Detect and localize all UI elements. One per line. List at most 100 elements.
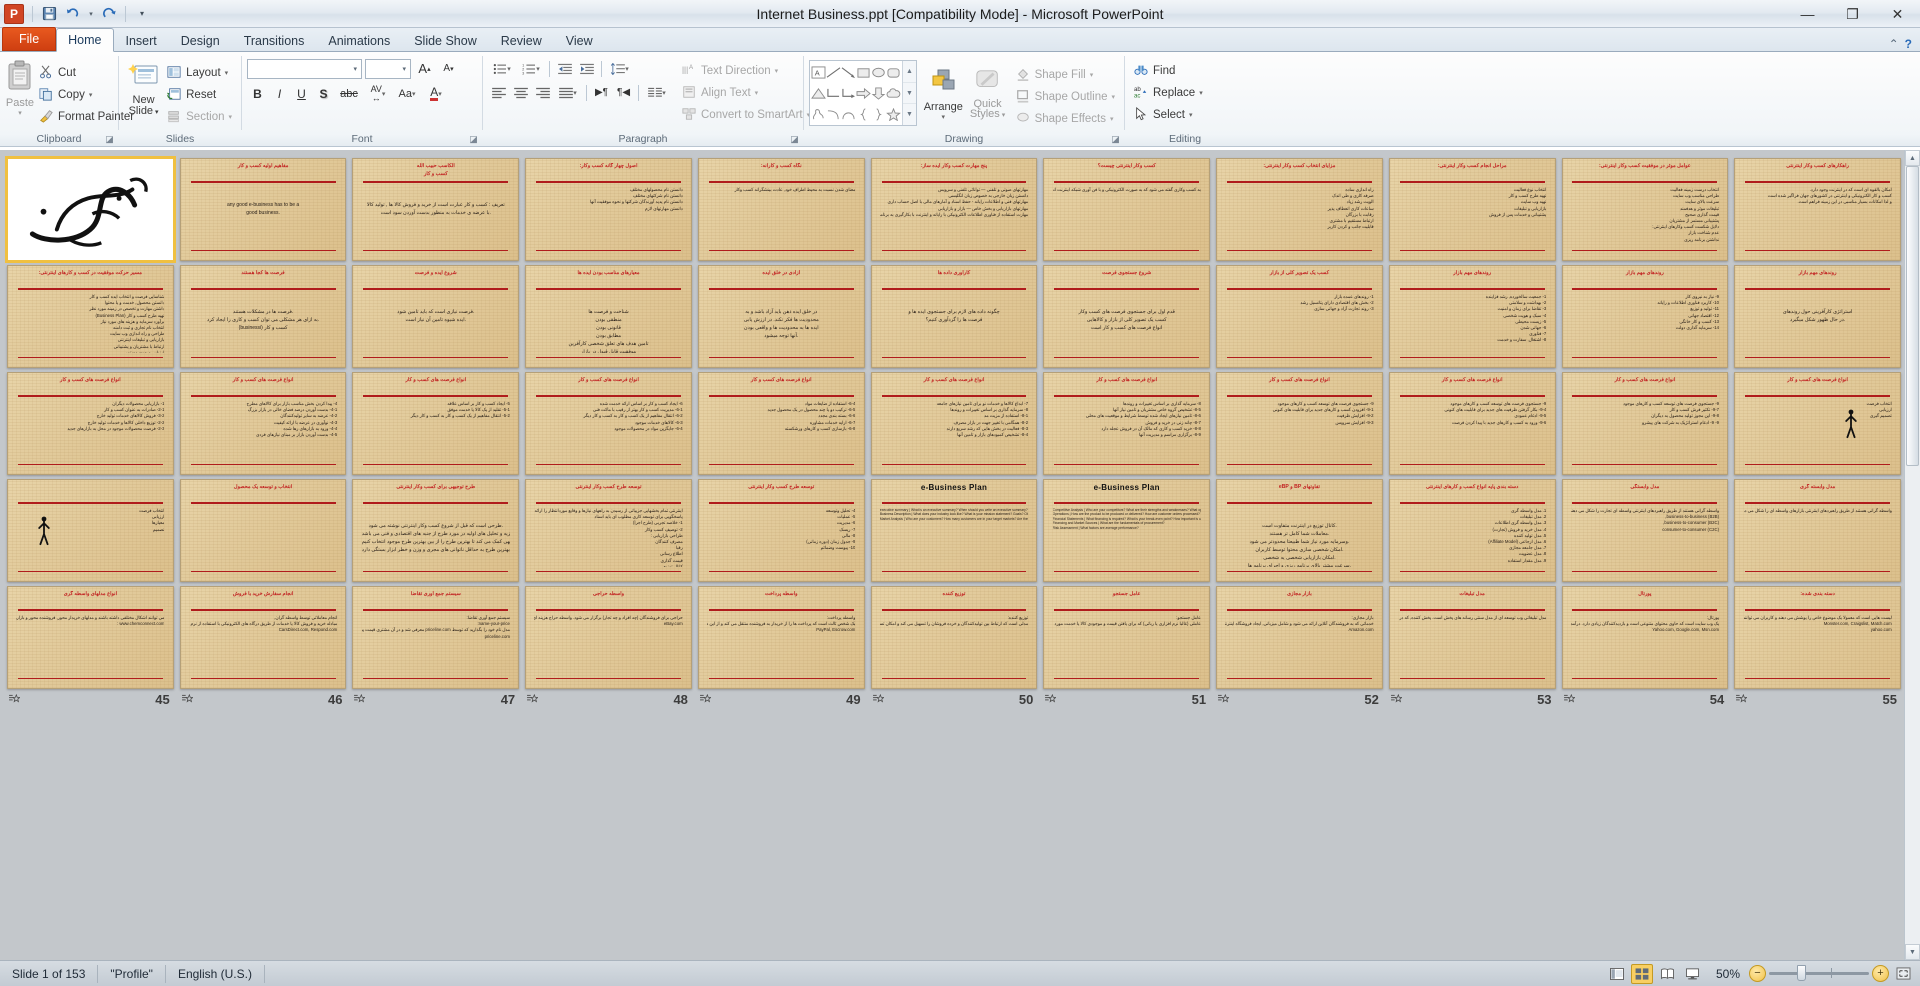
slide-thumbnail[interactable]: انواع فرصت های کسب و کار 9- جستجوی فرصت ه… [1388, 372, 1556, 475]
slide-thumbnail-cell[interactable]: طرح توجیهی برای کسب وکار اینترنتی طرحی اس… [349, 475, 522, 600]
shape-cloud-icon[interactable] [886, 83, 901, 104]
slide-thumbnail-cell[interactable]: آزادی در خلق ایده در خلق ایده ذهن باید آز… [695, 261, 868, 386]
slide-thumbnail-cell[interactable]: معیارهای مناسب بودن ایده ها شناخت و فرصت … [522, 261, 695, 386]
tab-review[interactable]: Review [489, 29, 554, 51]
slide-thumbnail[interactable]: روندهای مهم بازار 9- نیاز به نیروی کار 10-… [1561, 265, 1729, 368]
character-spacing-button[interactable]: AV ↔ ▾ [364, 83, 392, 104]
shape-elbow-connector-icon[interactable] [826, 83, 841, 104]
bold-button[interactable]: B [247, 83, 268, 104]
align-center-button[interactable] [510, 82, 531, 103]
scrollbar-thumb[interactable] [1906, 166, 1919, 466]
slide-thumbnail[interactable]: روندهای مهم بازار استراتژی کارآفرینی حول … [1734, 265, 1901, 368]
slide-thumbnail-cell[interactable]: دسته بندی پایه انواع کسب و کارهای اینترن… [1386, 475, 1559, 600]
slide-thumbnail[interactable]: کسب وکار اینترنتی چیست؟ به کسب وکاری گفته… [1043, 158, 1211, 261]
slide-thumbnail-cell[interactable]: دسته بندی شده: لیست هایی است که معمولا یک… [1731, 582, 1904, 707]
shapes-gallery[interactable]: A ▲ ▼ ▼ [809, 60, 917, 126]
reset-button[interactable]: Reset [163, 84, 236, 105]
transition-star-icon[interactable] [1390, 693, 1403, 706]
slide-thumbnail-cell[interactable]: کارآوری داده ها چگونه داده های لازم برای … [868, 261, 1041, 386]
customize-qat-icon[interactable]: ▾ [131, 3, 153, 25]
slide-thumbnail[interactable]: واسطه پرداخت واسطه پرداخت: یک شخص ثالث است… [697, 586, 865, 689]
slide-thumbnail[interactable]: انواع فرصت های کسب و کار 8- سرمایه گذاری … [1043, 372, 1211, 475]
slide-thumbnail[interactable]: دسته بندی پایه انواع کسب و کارهای اینترن… [1388, 479, 1556, 582]
slide-sorter-pane[interactable]: 1 مفاهیم اولیه کسب و کار any good e-busine… [0, 150, 1920, 960]
slide-thumbnail-cell[interactable]: روندهای مهم بازار 9- نیاز به نیروی کار 10-… [1559, 261, 1732, 386]
slide-thumbnail-cell[interactable]: انواع فرصت های کسب و کار 9- جستجوی فرصت ه… [1386, 368, 1559, 493]
slide-thumbnail[interactable]: انواع فرصت های کسب و کار 9- جستجوی فرصت ه… [1216, 372, 1383, 475]
window-buttons[interactable]: — ❐ ✕ [1785, 0, 1920, 27]
ribbon-tabs[interactable]: File Home Insert Design Transitions Anim… [0, 27, 1920, 52]
grow-font-button[interactable]: A ▴ [414, 58, 435, 79]
shrink-font-button[interactable]: A ▾ [438, 58, 459, 79]
slide-thumbnail-cell[interactable]: مدل وابستگی واسطه گرانی هستند از طریق راه… [1559, 475, 1732, 600]
slide-thumbnail-cell[interactable]: مدل وابسته گری واسطه گرانی هستند از طریق … [1731, 475, 1904, 600]
slide-thumbnail-cell[interactable]: فرصت ها کجا هستند فرصت ها در مشکلات هستند… [177, 261, 350, 386]
convert-to-smartart-button[interactable]: Convert to SmartArt▾ [678, 104, 814, 125]
slide-thumbnail-cell[interactable]: انواع فرصت های کسب و کار 8- سرمایه گذاری … [1040, 368, 1213, 493]
transition-star-icon[interactable] [699, 693, 712, 706]
slide-thumbnail-cell[interactable]: انتخاب فرصتارزیابیمعیارهاتصمیم34 [4, 475, 177, 600]
text-direction-button[interactable]: ||| A Text Direction ▾ [678, 60, 814, 81]
slide-show-button[interactable] [1681, 964, 1703, 984]
slide-thumbnail[interactable]: سیستم جمع آوری تقاضا سیستم جمع آوری تقاضا… [352, 586, 520, 689]
transition-star-icon[interactable] [354, 693, 367, 706]
slide-thumbnail[interactable]: e-Business Plan Competitive Analysis | Wh… [1043, 479, 1211, 582]
slide-thumbnail-cell[interactable]: توزیع کننده توزیع کننده: مدلی است که ارتبا… [868, 582, 1041, 707]
slide-thumbnail-cell[interactable]: مسیر حرکت موفقیت در کسب و کارهای اینترنت… [4, 261, 177, 386]
shape-star-icon[interactable] [886, 104, 901, 125]
tab-slide-show[interactable]: Slide Show [402, 29, 489, 51]
undo-icon[interactable] [62, 3, 84, 25]
decrease-indent-button[interactable] [554, 58, 575, 79]
slide-thumbnail-cell[interactable]: انواع فرصت های کسب و کار 5- ایجاد کسب و ک… [349, 368, 522, 493]
slide-thumbnail[interactable]: عوامل موثر در موفقیت کسب وکار اینترنتی: ا… [1561, 158, 1729, 261]
find-button[interactable]: Find [1130, 60, 1207, 81]
shape-down-arrow-icon[interactable] [871, 83, 886, 104]
slide-thumbnail-cell[interactable]: عامل جستجو عامل جستجو: عاملی (غالبا نرم اف… [1040, 582, 1213, 707]
tab-transitions[interactable]: Transitions [232, 29, 317, 51]
slide-thumbnail[interactable]: کسب یک تصویر کلی از بازار 1- روندهای عمده… [1216, 265, 1383, 368]
increase-indent-button[interactable] [576, 58, 597, 79]
transition-star-icon[interactable] [527, 693, 539, 706]
shape-right-arrow-icon[interactable] [856, 83, 871, 104]
align-text-button[interactable]: Align Text ▾ [678, 82, 814, 103]
slide-thumbnail-cell[interactable]: اصول چهار گانه کسب وکار: دانستن نام محصول… [522, 154, 695, 279]
minimize-button[interactable]: — [1785, 0, 1830, 28]
language-indicator[interactable]: English (U.S.) [166, 964, 265, 983]
slide-thumbnail-cell[interactable]: شروع جستجوی فرصت قدم اول برای جستجوی فرصت… [1040, 261, 1213, 386]
slide-thumbnail[interactable]: توزیع کننده توزیع کننده: مدلی است که ارتبا… [870, 586, 1038, 689]
shape-elbow-arrow-icon[interactable] [841, 83, 856, 104]
shadow-button[interactable]: S [313, 83, 334, 104]
shape-rectangle-icon[interactable] [856, 62, 871, 83]
slide-thumbnail[interactable]: مزایای انتخاب کسب وکار اینترنتی: راه اندا… [1216, 158, 1383, 261]
minimize-ribbon-icon[interactable]: ⌃ [1889, 37, 1899, 51]
slide-thumbnail[interactable]: انواع فرصت های کسب و کار 9- جستجوی فرصت ه… [1561, 372, 1729, 475]
tab-file[interactable]: File [2, 27, 57, 51]
slide-thumbnail[interactable]: انواع مدلهای واسطه گری می توانند اشکال مخ… [7, 586, 174, 689]
slide-thumbnail[interactable]: اصول چهار گانه کسب وکار: دانستن نام محصول… [525, 158, 692, 261]
transition-star-icon[interactable] [1563, 693, 1576, 706]
redo-icon[interactable] [98, 3, 120, 25]
transition-star-icon[interactable] [9, 693, 21, 706]
slide-thumbnail[interactable]: انواع فرصت های کسب و کار 1- بازاریابی محص… [7, 372, 174, 475]
rtl-button[interactable]: ¶◀ [613, 82, 634, 103]
align-left-button[interactable] [488, 82, 509, 103]
slide-sorter-view-button[interactable] [1631, 963, 1653, 984]
transition-star-icon[interactable] [1736, 693, 1748, 706]
slide-thumbnail-cell[interactable]: انواع فرصت های کسب و کار 6-4- استفاده از … [695, 368, 868, 493]
slide-thumbnail-cell[interactable]: e-Business Plan Competitive Analysis | Wh… [1040, 475, 1213, 600]
slide-thumbnail-cell[interactable]: توسعه طرح کسب وکار اینترنتی اینترنتی تمام… [522, 475, 695, 600]
scrollbar-track[interactable] [1905, 166, 1920, 944]
slide-thumbnail-cell[interactable]: کسب یک تصویر کلی از بازار 1- روندهای عمده… [1213, 261, 1386, 386]
slide-thumbnail[interactable]: نگاه کسب و کارانه: معنای شدن نسبت به محیط… [697, 158, 865, 261]
slide-thumbnail-cell[interactable]: پورتال پورتال: یک وب سایت است که حاوی محتو… [1559, 582, 1732, 707]
align-right-button[interactable] [532, 82, 553, 103]
slide-thumbnail-cell[interactable]: انواع فرصت های کسب و کار 7- ابداع کالاها … [868, 368, 1041, 493]
arrange-button[interactable]: Arrange ▾ [923, 60, 964, 126]
tab-view[interactable]: View [554, 29, 605, 51]
chevron-down-icon[interactable]: ▾ [89, 91, 93, 99]
transition-star-icon[interactable] [1045, 693, 1058, 706]
slide-thumbnail[interactable]: مراحل انجام کسب وکار اینترنتی: انتخاب نوع… [1388, 158, 1556, 261]
chevron-down-icon[interactable]: ▾ [18, 109, 22, 117]
slide-thumbnail[interactable]: انواع فرصت های کسب و کار 5- ایجاد کسب و ک… [352, 372, 520, 475]
slide-thumbnail[interactable]: مدل وابستگی واسطه گرانی هستند از طریق راه… [1561, 479, 1729, 582]
